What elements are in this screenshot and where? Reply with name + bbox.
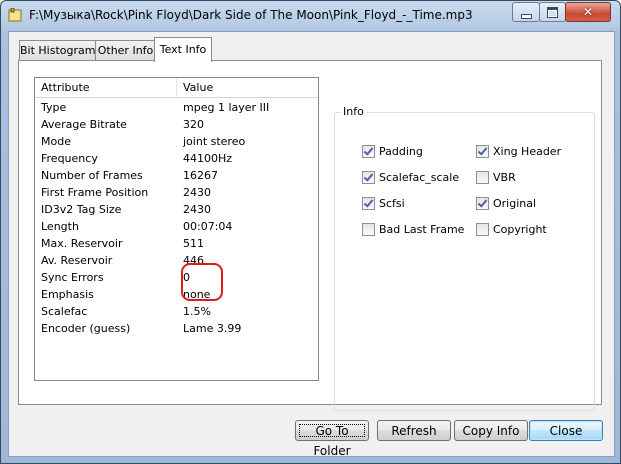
table-row[interactable]: First Frame Position 2430 bbox=[35, 184, 318, 201]
value-cell: joint stereo bbox=[183, 135, 246, 148]
checkbox-label: Bad Last Frame bbox=[379, 223, 465, 236]
value-cell: mpeg 1 layer III bbox=[183, 101, 270, 114]
attribute-cell: Emphasis bbox=[41, 288, 94, 301]
reservoir-highlight-annotation bbox=[181, 263, 223, 301]
attribute-cell: Av. Reservoir bbox=[41, 254, 113, 267]
table-row[interactable]: Frequency 44100Hz bbox=[35, 150, 318, 167]
attribute-cell: Scalefac bbox=[41, 305, 88, 318]
table-row[interactable]: Mode joint stereo bbox=[35, 133, 318, 150]
table-row[interactable]: Scalefac 1.5% bbox=[35, 303, 318, 320]
attribute-cell: Sync Errors bbox=[41, 271, 104, 284]
value-cell: 16267 bbox=[183, 169, 218, 182]
checkbox-label: Xing Header bbox=[493, 145, 562, 158]
checkbox-checked-icon[interactable] bbox=[362, 145, 375, 158]
value-cell: 00:07:04 bbox=[183, 220, 233, 233]
checkbox-label: VBR bbox=[493, 171, 516, 184]
checkbox-unchecked-icon[interactable] bbox=[476, 171, 489, 184]
dialog-client-area: Bit Histogram Other Info Text Info Attri… bbox=[8, 31, 615, 458]
column-header-value[interactable]: Value bbox=[177, 78, 318, 97]
attribute-cell: ID3v2 Tag Size bbox=[41, 203, 122, 216]
checkbox-unchecked-icon[interactable] bbox=[476, 223, 489, 236]
table-row[interactable]: Length 00:07:04 bbox=[35, 218, 318, 235]
table-header: Attribute Value bbox=[35, 78, 318, 98]
value-cell: Lame 3.99 bbox=[183, 322, 242, 335]
info-groupbox: Info Padding Xing Header Scalefac_scale VBR… bbox=[334, 105, 595, 411]
tab-text-info[interactable]: Text Info bbox=[154, 37, 212, 62]
go-to-folder-button[interactable]: Go To Folder bbox=[295, 420, 369, 458]
close-icon: ✕ bbox=[582, 5, 594, 19]
refresh-button[interactable]: Refresh bbox=[377, 420, 451, 441]
checkbox-checked-icon[interactable] bbox=[362, 197, 375, 210]
tab-bit-histogram[interactable]: Bit Histogram bbox=[19, 40, 96, 61]
close-button[interactable]: Close bbox=[529, 420, 603, 441]
table-row[interactable]: Number of Frames 16267 bbox=[35, 167, 318, 184]
table-row[interactable]: ID3v2 Tag Size 2430 bbox=[35, 201, 318, 218]
tab-other-info[interactable]: Other Info bbox=[95, 40, 156, 61]
text-info-panel: Attribute Value Type mpeg 1 layer III Aver… bbox=[18, 60, 602, 411]
info-legend: Info bbox=[341, 105, 366, 118]
attribute-cell: Encoder (guess) bbox=[41, 322, 131, 335]
attribute-cell: Length bbox=[41, 220, 79, 233]
checkbox-unchecked-icon[interactable] bbox=[362, 223, 375, 236]
copy-info-button[interactable]: Copy Info bbox=[454, 420, 528, 441]
checkbox-label: Padding bbox=[379, 145, 423, 158]
attribute-cell: Type bbox=[41, 101, 67, 114]
checkbox-label: Copyright bbox=[493, 223, 547, 236]
checkbox-label: Original bbox=[493, 197, 537, 210]
value-cell: 511 bbox=[183, 237, 204, 250]
checkbox-label: Scalefac_scale bbox=[379, 171, 460, 184]
attribute-table[interactable]: Attribute Value Type mpeg 1 layer III Aver… bbox=[34, 77, 319, 381]
maximize-icon bbox=[547, 7, 558, 18]
minimize-icon bbox=[521, 14, 532, 19]
checkbox-checked-icon[interactable] bbox=[476, 145, 489, 158]
table-row[interactable]: Max. Reservoir 511 bbox=[35, 235, 318, 252]
table-row[interactable]: Average Bitrate 320 bbox=[35, 116, 318, 133]
value-cell: 2430 bbox=[183, 203, 211, 216]
attribute-cell: Mode bbox=[41, 135, 71, 148]
checkbox-checked-icon[interactable] bbox=[476, 197, 489, 210]
value-cell: 320 bbox=[183, 118, 204, 131]
table-row[interactable]: Encoder (guess) Lame 3.99 bbox=[35, 320, 318, 337]
value-cell: 2430 bbox=[183, 186, 211, 199]
value-cell: 44100Hz bbox=[183, 152, 233, 165]
checkbox-checked-icon[interactable] bbox=[362, 171, 375, 184]
attribute-cell: Frequency bbox=[41, 152, 98, 165]
attribute-cell: First Frame Position bbox=[41, 186, 149, 199]
close-window-button[interactable]: ✕ bbox=[565, 2, 611, 22]
maximize-button[interactable] bbox=[539, 2, 566, 22]
attribute-cell: Max. Reservoir bbox=[41, 237, 123, 250]
app-icon bbox=[8, 8, 22, 22]
title-bar[interactable]: F:\Музыка\Rock\Pink Floyd\Dark Side of T… bbox=[1, 1, 620, 31]
table-row[interactable]: Type mpeg 1 layer III bbox=[35, 99, 318, 116]
window-title: F:\Музыка\Rock\Pink Floyd\Dark Side of T… bbox=[29, 8, 473, 22]
table-row[interactable]: Av. Reservoir 446 bbox=[35, 252, 318, 269]
attribute-cell: Number of Frames bbox=[41, 169, 143, 182]
attribute-cell: Average Bitrate bbox=[41, 118, 127, 131]
checkbox-label: Scfsi bbox=[379, 197, 405, 210]
minimize-button[interactable] bbox=[512, 2, 540, 22]
table-row[interactable]: Sync Errors 0 bbox=[35, 269, 318, 286]
column-header-attribute[interactable]: Attribute bbox=[35, 78, 177, 97]
table-row[interactable]: Emphasis none bbox=[35, 286, 318, 303]
value-cell: 1.5% bbox=[183, 305, 211, 318]
main-window: F:\Музыка\Rock\Pink Floyd\Dark Side of T… bbox=[0, 0, 621, 464]
